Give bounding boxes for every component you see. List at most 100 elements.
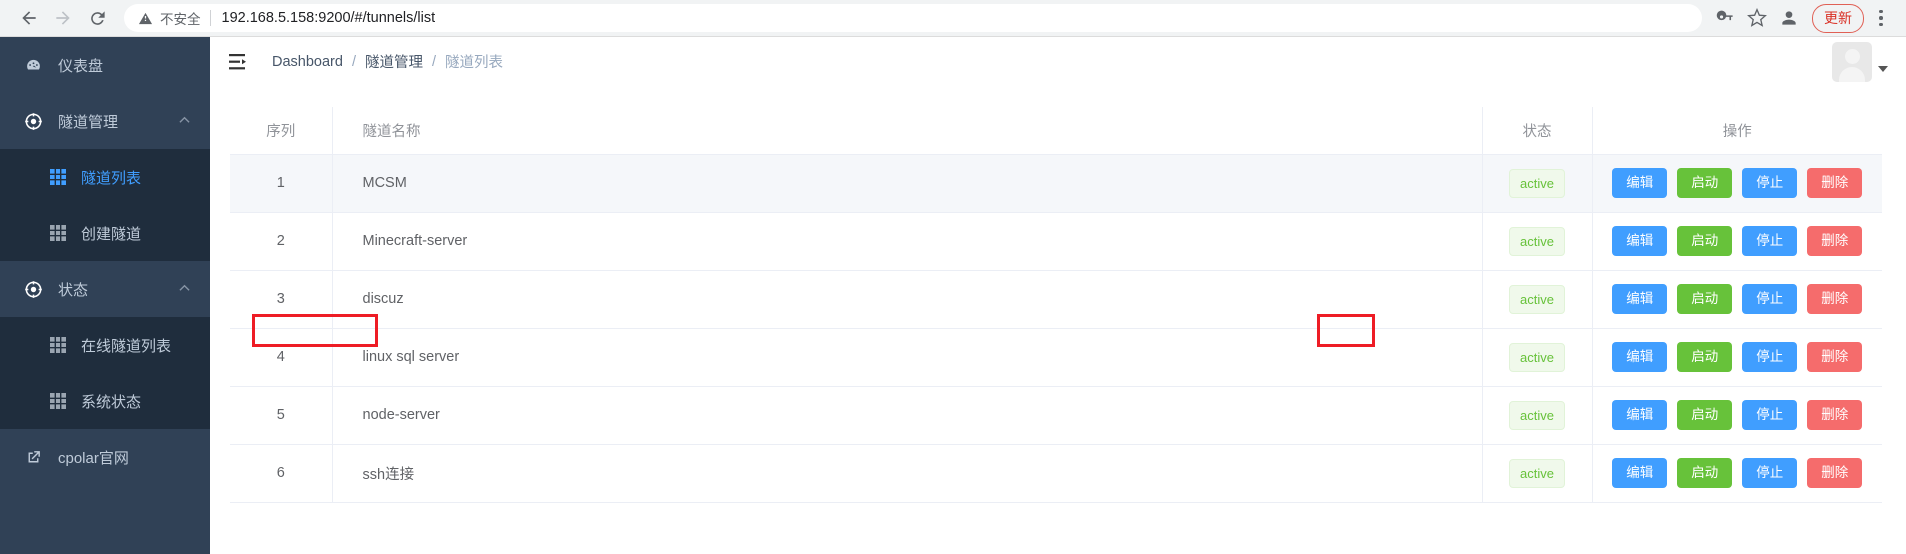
edit-button[interactable]: 编辑 xyxy=(1612,168,1668,198)
address-bar[interactable]: 不安全 192.168.5.158:9200/#/tunnels/list xyxy=(124,4,1702,32)
sidebar-item-status[interactable]: 状态 xyxy=(0,261,210,317)
browser-menu-button[interactable] xyxy=(1868,3,1894,33)
kebab-dot xyxy=(1879,16,1883,20)
sidebar-item-tunnel-list[interactable]: 隧道列表 xyxy=(0,149,210,205)
table-row[interactable]: 1 MCSM active 编辑 启动 停止 删除 xyxy=(230,154,1882,213)
breadcrumb-item-tunnel-management[interactable]: 隧道管理 xyxy=(365,51,423,72)
column-header-state: 状态 xyxy=(1482,107,1593,155)
breadcrumb-separator: / xyxy=(351,53,356,70)
avatar[interactable] xyxy=(1832,41,1872,82)
start-button[interactable]: 启动 xyxy=(1677,342,1733,372)
sidebar-item-cpolar-website[interactable]: cpolar官网 xyxy=(0,429,210,485)
status-badge: active xyxy=(1509,284,1565,314)
warning-triangle-icon xyxy=(138,11,153,26)
cell-index: 6 xyxy=(230,444,333,503)
delete-button[interactable]: 删除 xyxy=(1807,400,1863,430)
profile-button[interactable] xyxy=(1774,3,1804,33)
cell-ops: 编辑 启动 停止 删除 xyxy=(1592,154,1882,213)
top-navbar: Dashboard / 隧道管理 / 隧道列表 xyxy=(210,37,1906,87)
table-row[interactable]: 6 ssh连接 active 编辑 启动 停止 删除 xyxy=(230,444,1882,503)
sidebar-spacer xyxy=(0,485,210,554)
person-icon xyxy=(1782,11,1796,25)
grid-icon xyxy=(48,167,68,187)
sidebar: 仪表盘 隧道管理 隧道列表 创建隧道 状态 在线隧道列表 系统状态 cpolar… xyxy=(0,37,210,554)
chevron-down-icon[interactable] xyxy=(1878,65,1888,72)
sidebar-item-system-status[interactable]: 系统状态 xyxy=(0,373,210,429)
start-button[interactable]: 启动 xyxy=(1677,458,1733,488)
stop-button[interactable]: 停止 xyxy=(1742,284,1798,314)
start-button[interactable]: 启动 xyxy=(1677,168,1733,198)
action-buttons: 编辑 启动 停止 删除 xyxy=(1594,226,1882,256)
edit-button[interactable]: 编辑 xyxy=(1612,226,1668,256)
browser-toolbar: 不安全 192.168.5.158:9200/#/tunnels/list 更新 xyxy=(0,0,1906,37)
forward-arrow-icon xyxy=(56,11,70,25)
sidebar-item-create-tunnel[interactable]: 创建隧道 xyxy=(0,205,210,261)
kebab-dot xyxy=(1879,9,1883,14)
cell-ops: 编辑 启动 停止 删除 xyxy=(1592,328,1882,387)
delete-button[interactable]: 删除 xyxy=(1807,284,1863,314)
back-button[interactable] xyxy=(12,1,46,35)
table-row[interactable]: 4 linux sql server active 编辑 启动 停止 删除 xyxy=(230,328,1882,387)
start-button[interactable]: 启动 xyxy=(1677,284,1733,314)
column-header-index: 序列 xyxy=(230,107,333,155)
bookmark-button[interactable] xyxy=(1742,3,1772,33)
action-buttons: 编辑 启动 停止 删除 xyxy=(1594,342,1882,372)
cell-state: active xyxy=(1482,212,1593,271)
status-badge: active xyxy=(1509,168,1565,198)
cell-index: 2 xyxy=(230,212,333,271)
table-row[interactable]: 3 discuz active 编辑 启动 停止 删除 xyxy=(230,270,1882,329)
edit-button[interactable]: 编辑 xyxy=(1612,284,1668,314)
omnibox-divider xyxy=(209,10,211,26)
reload-icon xyxy=(90,10,105,25)
browser-actions: 更新 xyxy=(1710,3,1894,33)
delete-button[interactable]: 删除 xyxy=(1807,458,1863,488)
cell-name: Minecraft-server xyxy=(332,212,1483,271)
table-header-row: 序列 隧道名称 状态 操作 xyxy=(230,107,1882,155)
stop-button[interactable]: 停止 xyxy=(1742,168,1798,198)
delete-button[interactable]: 删除 xyxy=(1807,342,1863,372)
avatar-head xyxy=(1844,48,1860,64)
external-link-icon xyxy=(22,446,44,468)
breadcrumb-separator: / xyxy=(431,53,436,70)
stop-button[interactable]: 停止 xyxy=(1742,342,1798,372)
edit-button[interactable]: 编辑 xyxy=(1612,342,1668,372)
stop-button[interactable]: 停止 xyxy=(1742,226,1798,256)
tunnels-table: 序列 隧道名称 状态 操作 1 MCSM active 编辑 启动 停止 删除 … xyxy=(230,107,1882,503)
table-row[interactable]: 2 Minecraft-server active 编辑 启动 停止 删除 xyxy=(230,212,1882,271)
delete-button[interactable]: 删除 xyxy=(1807,226,1863,256)
start-button[interactable]: 启动 xyxy=(1677,400,1733,430)
update-button[interactable]: 更新 xyxy=(1812,3,1864,33)
table-row[interactable]: 5 node-server active 编辑 启动 停止 删除 xyxy=(230,386,1882,445)
collapse-menu-icon[interactable] xyxy=(228,53,250,71)
edit-button[interactable]: 编辑 xyxy=(1612,400,1668,430)
cell-ops: 编辑 启动 停止 删除 xyxy=(1592,444,1882,503)
cell-ops: 编辑 启动 停止 删除 xyxy=(1592,386,1882,445)
breadcrumb-item-tunnel-list: 隧道列表 xyxy=(445,55,503,71)
reload-button[interactable] xyxy=(80,1,114,35)
sidebar-item-label: 隧道列表 xyxy=(81,169,142,187)
sidebar-item-tunnel-management[interactable]: 隧道管理 xyxy=(0,93,210,149)
action-buttons: 编辑 启动 停止 删除 xyxy=(1594,168,1882,198)
cell-name: MCSM xyxy=(332,154,1483,213)
sidebar-item-online-tunnel-list[interactable]: 在线隧道列表 xyxy=(0,317,210,373)
start-button[interactable]: 启动 xyxy=(1677,226,1733,256)
cell-state: active xyxy=(1482,154,1593,213)
sidebar-item-dashboard[interactable]: 仪表盘 xyxy=(0,37,210,93)
stop-button[interactable]: 停止 xyxy=(1742,458,1798,488)
forward-button[interactable] xyxy=(46,1,80,35)
password-manager-button[interactable] xyxy=(1710,3,1740,33)
edit-button[interactable]: 编辑 xyxy=(1612,458,1668,488)
cell-state: active xyxy=(1482,386,1593,445)
cell-ops: 编辑 启动 停止 删除 xyxy=(1592,270,1882,329)
cell-index: 3 xyxy=(230,270,333,329)
cell-state: active xyxy=(1482,444,1593,503)
stop-button[interactable]: 停止 xyxy=(1742,400,1798,430)
cell-index: 1 xyxy=(230,154,333,213)
delete-button[interactable]: 删除 xyxy=(1807,168,1863,198)
status-badge: active xyxy=(1509,400,1565,430)
breadcrumb: Dashboard / 隧道管理 / 隧道列表 xyxy=(272,51,503,72)
url-text: 192.168.5.158:9200/#/tunnels/list xyxy=(221,10,436,26)
cell-name: linux sql server xyxy=(332,328,1483,387)
cell-ops: 编辑 启动 停止 删除 xyxy=(1592,212,1882,271)
breadcrumb-item-dashboard[interactable]: Dashboard xyxy=(272,54,343,70)
